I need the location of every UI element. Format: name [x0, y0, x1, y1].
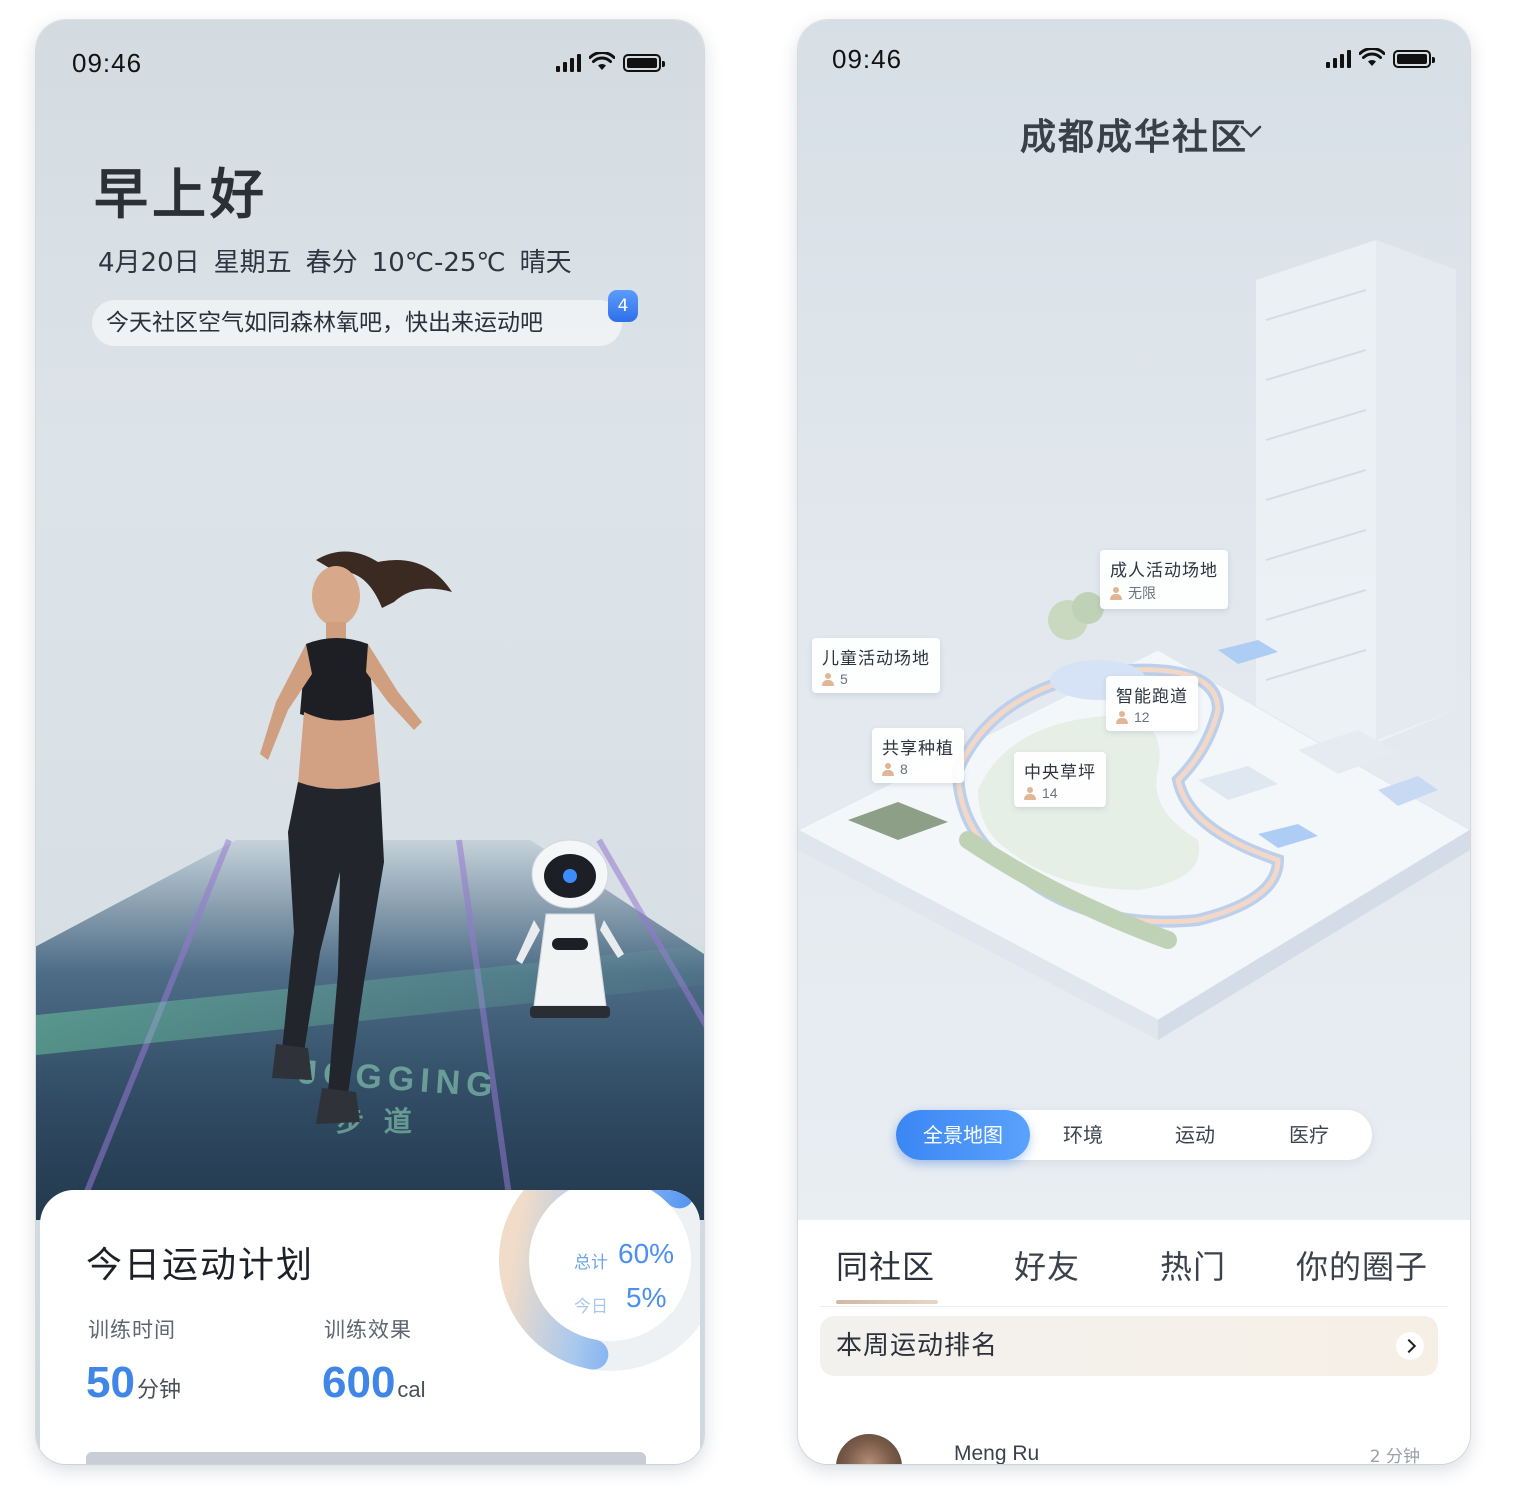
signal-icon	[1326, 50, 1351, 68]
location-count: 12	[1116, 709, 1188, 725]
tab-friends[interactable]: 好友	[1014, 1242, 1080, 1288]
location-count-value: 8	[900, 761, 908, 777]
segment-environment[interactable]: 环境	[1030, 1110, 1136, 1160]
wifi-icon	[1359, 48, 1385, 66]
runner-image	[260, 551, 452, 1124]
person-icon	[882, 762, 894, 776]
today-label: 今日	[574, 1297, 608, 1317]
person-icon	[1116, 710, 1128, 724]
weekly-ranking-label: 本周运动排名	[836, 1331, 999, 1361]
training-time-label: 训练时间	[88, 1318, 176, 1342]
location-card[interactable]: 儿童活动场地 5	[812, 638, 940, 693]
weekday-text: 星期五	[213, 248, 292, 278]
location-count: 无限	[1110, 583, 1218, 603]
person-icon	[822, 672, 834, 686]
active-tab-indicator	[836, 1300, 938, 1304]
location-count: 8	[882, 761, 954, 777]
training-effect-value: 600cal	[322, 1358, 426, 1408]
tab-popular[interactable]: 热门	[1160, 1242, 1226, 1288]
plan-title: 今日运动计划	[86, 1245, 315, 1286]
segment-sports[interactable]: 运动	[1142, 1110, 1248, 1160]
notification-badge: 4	[608, 290, 638, 322]
battery-icon	[1393, 50, 1435, 68]
training-effect-number: 600	[322, 1358, 396, 1407]
location-name: 成人活动场地	[1110, 561, 1218, 581]
community-screen: 09:46 成都成华社区 成人活动场地 无限 儿童活动场地 5 智能跑道 12 …	[798, 20, 1470, 1464]
avatar[interactable]	[836, 1434, 902, 1464]
chevron-right-icon[interactable]	[1396, 1332, 1424, 1360]
today-value: 5%	[626, 1282, 667, 1313]
signal-icon	[556, 54, 581, 72]
location-count-value: 5	[840, 671, 848, 687]
total-value: 60%	[618, 1238, 675, 1269]
map-category-switch: 全景地图 环境 运动 医疗	[896, 1110, 1372, 1160]
bottom-bar	[86, 1452, 646, 1464]
training-effect-label: 训练效果	[324, 1318, 412, 1342]
home-screen: 09:46 早上好 4月20日 星期五 春分 10℃-25℃ 晴天 今天社区空气如同森林…	[36, 20, 704, 1464]
location-name: 儿童活动场地	[822, 649, 930, 669]
solar-term-text: 春分	[305, 248, 358, 278]
wifi-icon	[589, 52, 615, 70]
community-map[interactable]	[798, 540, 1470, 1040]
location-count-value: 14	[1042, 785, 1058, 801]
notification-message[interactable]: 今天社区空气如同森林氧吧，快出来运动吧	[92, 300, 622, 346]
segment-medical[interactable]: 医疗	[1256, 1110, 1362, 1160]
greeting-title: 早上好	[94, 163, 268, 226]
date-weather-line: 4月20日 星期五 春分 10℃-25℃ 晴天	[98, 242, 586, 279]
chevron-down-icon[interactable]	[1240, 120, 1262, 142]
status-icons	[1326, 48, 1435, 68]
location-card[interactable]: 成人活动场地 无限	[1100, 550, 1228, 609]
training-time-value: 50分钟	[86, 1358, 181, 1408]
tab-your-circle[interactable]: 你的圈子	[1296, 1242, 1428, 1288]
community-selector[interactable]: 成都成华社区	[798, 108, 1470, 160]
training-effect-unit: cal	[397, 1377, 426, 1402]
temperature-text: 10℃-25℃	[371, 248, 506, 278]
robot-image	[516, 839, 624, 1018]
person-icon	[1110, 586, 1122, 600]
location-count: 14	[1024, 785, 1096, 801]
status-icons	[556, 52, 665, 72]
battery-icon	[623, 54, 665, 72]
location-name: 中央草坪	[1024, 763, 1096, 783]
social-panel: 同社区 好友 热门 你的圈子 本周运动排名 Meng Ru 2 分钟	[798, 1220, 1470, 1464]
weather-text: 晴天	[519, 248, 572, 278]
date-text: 4月20日	[98, 248, 200, 278]
training-time-number: 50	[86, 1358, 135, 1407]
location-card[interactable]: 共享种植 8	[872, 728, 964, 783]
status-time: 09:46	[832, 44, 903, 74]
location-name: 共享种植	[882, 739, 954, 759]
location-count-value: 12	[1134, 709, 1150, 725]
daily-plan-card[interactable]: 今日运动计划 训练时间 50分钟 训练效果 600cal 总计 60% 今日 5…	[40, 1190, 700, 1464]
training-time-unit: 分钟	[136, 1377, 181, 1402]
location-card[interactable]: 智能跑道 12	[1106, 676, 1198, 731]
feed-timestamp: 2 分钟	[1369, 1447, 1420, 1464]
location-name: 智能跑道	[1116, 687, 1188, 707]
location-count: 5	[822, 671, 930, 687]
person-icon	[1024, 786, 1036, 800]
segment-panorama-map[interactable]: 全景地图	[896, 1110, 1030, 1160]
total-label: 总计	[574, 1253, 608, 1273]
feed-user-name[interactable]: Meng Ru	[954, 1442, 1039, 1464]
location-card[interactable]: 中央草坪 14	[1014, 752, 1106, 807]
tab-divider	[820, 1306, 1448, 1307]
weekly-ranking-row[interactable]: 本周运动排名	[820, 1316, 1438, 1376]
location-count-value: 无限	[1128, 585, 1156, 601]
tab-same-community[interactable]: 同社区	[836, 1242, 935, 1288]
status-time: 09:46	[72, 48, 143, 78]
